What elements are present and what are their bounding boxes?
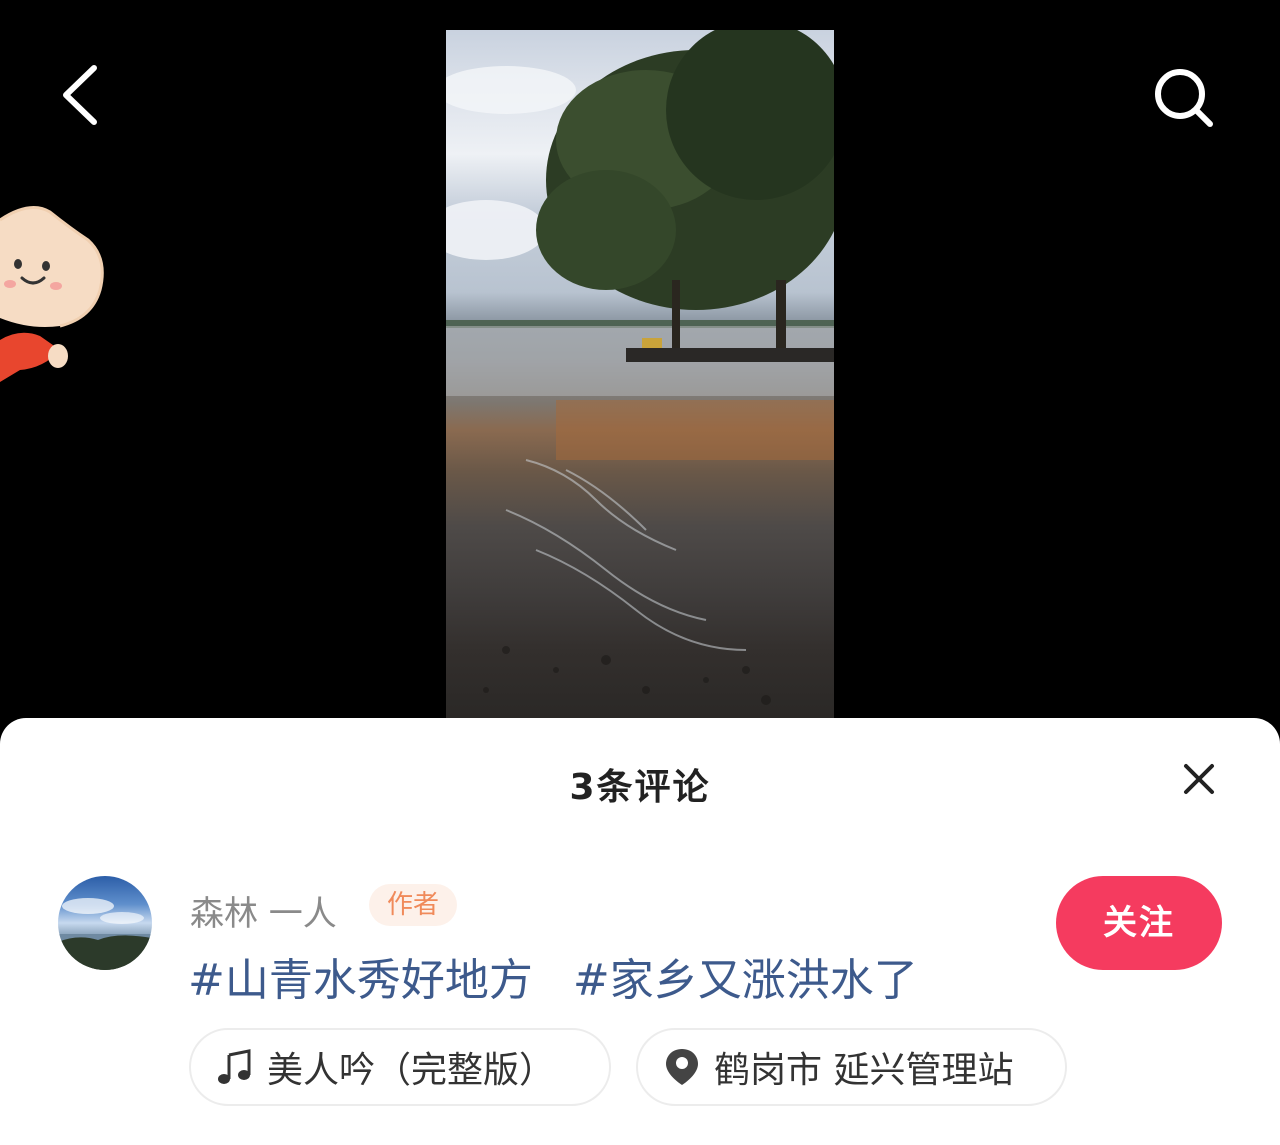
location-pin-icon xyxy=(666,1049,698,1085)
follow-button[interactable]: 关注 xyxy=(1056,876,1222,970)
hashtag-list: #山青水秀好地方 #家乡又涨洪水了 xyxy=(188,944,918,1008)
chevron-left-icon xyxy=(63,65,97,125)
author-avatar[interactable] xyxy=(58,876,152,970)
comments-count-title: 3条评论 xyxy=(569,767,711,808)
close-icon xyxy=(1184,764,1214,794)
close-button[interactable] xyxy=(1178,758,1220,800)
music-chip[interactable]: 美人吟（完整版） xyxy=(189,1028,611,1106)
mascot-sticker[interactable] xyxy=(0,200,110,390)
video-scene xyxy=(446,30,834,705)
hashtag-link[interactable]: #家乡又涨洪水了 xyxy=(573,955,918,1006)
music-title: 美人吟（完整版） xyxy=(267,1050,556,1091)
search-icon xyxy=(1155,69,1213,127)
music-note-icon xyxy=(218,1049,251,1084)
video-frame[interactable] xyxy=(446,30,834,720)
location-text: 鹤岗市 延兴管理站 xyxy=(714,1050,1014,1091)
hashtag-link[interactable]: #山青水秀好地方 xyxy=(188,955,533,1006)
author-name[interactable]: 森林 一人 xyxy=(190,886,337,935)
search-button[interactable] xyxy=(1150,64,1216,130)
back-button[interactable] xyxy=(52,62,112,128)
location-chip[interactable]: 鹤岗市 延兴管理站 xyxy=(636,1028,1067,1106)
author-badge: 作者 xyxy=(369,884,457,926)
